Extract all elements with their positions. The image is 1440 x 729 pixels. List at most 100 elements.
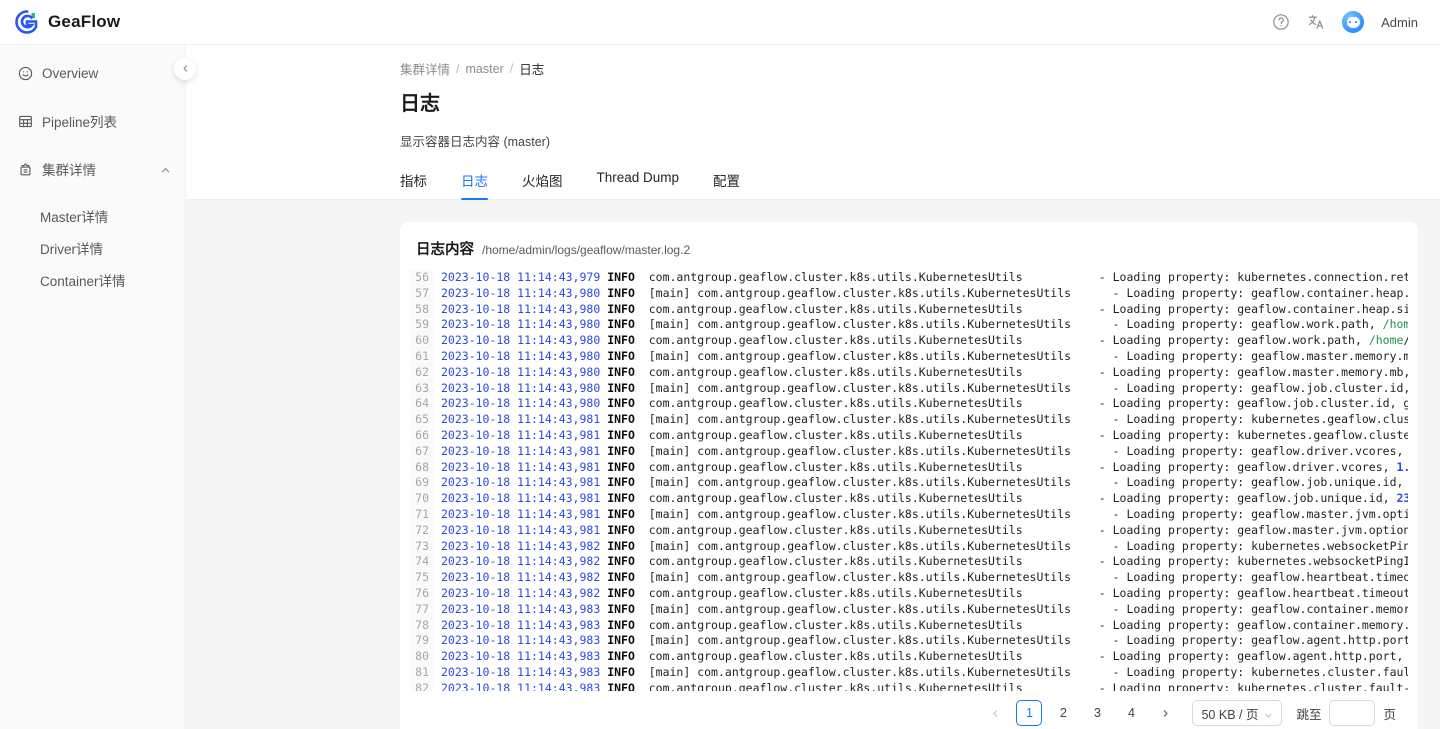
pagination-page-1[interactable]: 1: [1016, 700, 1042, 726]
log-line-number: 64: [410, 396, 434, 412]
log-line-number: 75: [410, 570, 434, 586]
translate-icon[interactable]: [1307, 13, 1325, 31]
log-line-number: 68: [410, 460, 434, 476]
log-line: 802023-10-18 11:14:43,983 INFO com.antgr…: [410, 649, 1408, 665]
log-line: 662023-10-18 11:14:43,981 INFO com.antgr…: [410, 428, 1408, 444]
tab-flamegraph[interactable]: 火焰图: [522, 170, 563, 199]
log-viewer[interactable]: 562023-10-18 11:14:43,979 INFO com.antgr…: [410, 267, 1408, 691]
log-line-text: 2023-10-18 11:14:43,982 INFO [main] com.…: [434, 539, 1408, 555]
log-line: 772023-10-18 11:14:43,983 INFO [main] co…: [410, 602, 1408, 618]
log-line-text: 2023-10-18 11:14:43,983 INFO [main] com.…: [434, 602, 1408, 618]
log-line: 782023-10-18 11:14:43,983 INFO com.antgr…: [410, 618, 1408, 634]
log-line-number: 73: [410, 539, 434, 555]
log-line: 602023-10-18 11:14:43,980 INFO com.antgr…: [410, 333, 1408, 349]
sidebar-item-label: Overview: [42, 66, 98, 81]
sidebar-subitem-container-detail[interactable]: Container详情: [0, 265, 185, 295]
log-line-text: 2023-10-18 11:14:43,982 INFO com.antgrou…: [434, 586, 1408, 602]
log-line-number: 67: [410, 444, 434, 460]
tab-thread-dump[interactable]: Thread Dump: [597, 170, 680, 199]
pagination-prev-button[interactable]: [982, 700, 1008, 726]
log-line-number: 61: [410, 349, 434, 365]
log-line-number: 81: [410, 665, 434, 681]
log-line-number: 78: [410, 618, 434, 634]
log-line-number: 66: [410, 428, 434, 444]
cluster-badge-icon: [18, 162, 33, 177]
help-circle-icon[interactable]: [1272, 13, 1290, 31]
log-line-text: 2023-10-18 11:14:43,983 INFO [main] com.…: [434, 633, 1408, 649]
app-root: GeaFlow Admin: [0, 0, 1440, 729]
user-avatar-icon[interactable]: [1342, 11, 1364, 33]
log-line-text: 2023-10-18 11:14:43,980 INFO com.antgrou…: [434, 396, 1408, 412]
geaflow-logo-icon: [14, 9, 40, 35]
log-line-text: 2023-10-18 11:14:43,979 INFO com.antgrou…: [434, 270, 1408, 286]
log-line: 702023-10-18 11:14:43,981 INFO com.antgr…: [410, 491, 1408, 507]
log-line: 612023-10-18 11:14:43,980 INFO [main] co…: [410, 349, 1408, 365]
breadcrumb-separator: /: [456, 62, 459, 76]
log-line: 792023-10-18 11:14:43,983 INFO [main] co…: [410, 633, 1408, 649]
log-card: 日志内容 /home/admin/logs/geaflow/master.log…: [400, 222, 1418, 729]
pagination-next-button[interactable]: [1152, 700, 1178, 726]
log-line-text: 2023-10-18 11:14:43,980 INFO com.antgrou…: [434, 333, 1408, 349]
log-line-text: 2023-10-18 11:14:43,980 INFO [main] com.…: [434, 286, 1408, 302]
breadcrumb-item-0[interactable]: 集群详情: [400, 59, 450, 78]
log-line-text: 2023-10-18 11:14:43,981 INFO com.antgrou…: [434, 460, 1408, 476]
log-line-number: 79: [410, 633, 434, 649]
sidebar-subitem-label: Container详情: [40, 270, 126, 290]
log-line: 762023-10-18 11:14:43,982 INFO com.antgr…: [410, 586, 1408, 602]
log-line-text: 2023-10-18 11:14:43,981 INFO [main] com.…: [434, 444, 1408, 460]
sidebar-item-cluster-detail[interactable]: 集群详情: [0, 153, 185, 185]
breadcrumb-item-1[interactable]: master: [466, 62, 504, 76]
log-line: 592023-10-18 11:14:43,980 INFO [main] co…: [410, 317, 1408, 333]
log-line: 742023-10-18 11:14:43,982 INFO com.antgr…: [410, 554, 1408, 570]
brand-logo[interactable]: GeaFlow: [0, 9, 120, 35]
main-content: 集群详情 / master / 日志 日志 显示容器日志内容 (master) …: [186, 45, 1440, 729]
log-file-path: /home/admin/logs/geaflow/master.log.2: [482, 243, 690, 257]
breadcrumb: 集群详情 / master / 日志: [400, 59, 1440, 78]
sidebar-subitem-master-detail[interactable]: Master详情: [0, 201, 185, 231]
sidebar-item-overview[interactable]: Overview: [0, 57, 185, 89]
log-line: 682023-10-18 11:14:43,981 INFO com.antgr…: [410, 460, 1408, 476]
page-size-select[interactable]: 50 KB / 页: [1192, 700, 1282, 726]
log-line-number: 69: [410, 475, 434, 491]
log-line: 722023-10-18 11:14:43,981 INFO com.antgr…: [410, 523, 1408, 539]
chevron-left-icon: [181, 60, 190, 78]
page-header: 集群详情 / master / 日志 日志 显示容器日志内容 (master) …: [186, 45, 1440, 199]
tab-config[interactable]: 配置: [713, 170, 740, 199]
log-line: 622023-10-18 11:14:43,980 INFO com.antgr…: [410, 365, 1408, 381]
topbar-actions: Admin: [1272, 11, 1440, 33]
sidebar-subitem-label: Master详情: [40, 206, 108, 226]
log-line-text: 2023-10-18 11:14:43,982 INFO [main] com.…: [434, 570, 1408, 586]
log-line-number: 77: [410, 602, 434, 618]
pagination-page-4[interactable]: 4: [1118, 700, 1144, 726]
log-line-text: 2023-10-18 11:14:43,980 INFO [main] com.…: [434, 349, 1408, 365]
log-line: 642023-10-18 11:14:43,980 INFO com.antgr…: [410, 396, 1408, 412]
sidebar-subitem-driver-detail[interactable]: Driver详情: [0, 233, 185, 263]
log-line: 582023-10-18 11:14:43,980 INFO com.antgr…: [410, 302, 1408, 318]
log-line-text: 2023-10-18 11:14:43,981 INFO com.antgrou…: [434, 523, 1408, 539]
log-card-header: 日志内容 /home/admin/logs/geaflow/master.log…: [400, 238, 1418, 267]
log-line-number: 57: [410, 286, 434, 302]
log-line-text: 2023-10-18 11:14:43,983 INFO [main] com.…: [434, 665, 1408, 681]
sidebar-subitem-label: Driver详情: [40, 238, 103, 258]
page-title: 日志: [400, 87, 1440, 116]
log-line-text: 2023-10-18 11:14:43,983 INFO com.antgrou…: [434, 618, 1408, 634]
log-line-text: 2023-10-18 11:14:43,980 INFO [main] com.…: [434, 317, 1408, 333]
sidebar-item-pipeline-list[interactable]: Pipeline列表: [0, 105, 185, 137]
log-card-title: 日志内容: [416, 238, 474, 259]
chevron-up-icon: [160, 164, 171, 175]
tab-metrics[interactable]: 指标: [400, 170, 427, 199]
sidebar-item-label: 集群详情: [42, 159, 96, 179]
tab-logs[interactable]: 日志: [461, 170, 488, 199]
jump-to-input[interactable]: [1329, 700, 1375, 726]
log-line: 562023-10-18 11:14:43,979 INFO com.antgr…: [410, 270, 1408, 286]
sidebar-collapse-button[interactable]: [174, 58, 196, 80]
log-line-text: 2023-10-18 11:14:43,981 INFO [main] com.…: [434, 475, 1408, 491]
log-line-text: 2023-10-18 11:14:43,980 INFO com.antgrou…: [434, 302, 1408, 318]
log-line-text: 2023-10-18 11:14:43,982 INFO com.antgrou…: [434, 554, 1408, 570]
pagination-page-2[interactable]: 2: [1050, 700, 1076, 726]
log-line: 692023-10-18 11:14:43,981 INFO [main] co…: [410, 475, 1408, 491]
log-line: 732023-10-18 11:14:43,982 INFO [main] co…: [410, 539, 1408, 555]
user-name[interactable]: Admin: [1381, 15, 1418, 30]
pagination-page-3[interactable]: 3: [1084, 700, 1110, 726]
page-subtitle: 显示容器日志内容 (master): [400, 131, 1440, 150]
